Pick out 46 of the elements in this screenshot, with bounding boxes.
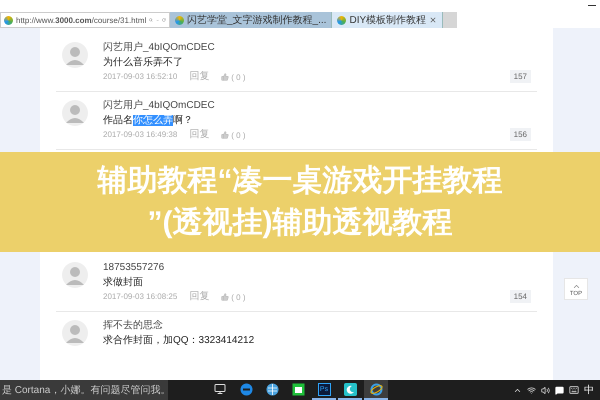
thumbs-up-icon[interactable] (221, 131, 230, 139)
moon-icon (344, 382, 356, 396)
thumbs-up-icon[interactable] (221, 293, 230, 301)
avatar-icon (62, 100, 88, 126)
browser-tab[interactable]: DIY模板制作教程 (332, 12, 444, 28)
comment-text: 求合作封面，加QQ：3323414212 (103, 334, 254, 347)
avatar-icon (62, 320, 88, 346)
task-view-icon (214, 383, 226, 395)
globe-icon (266, 382, 278, 396)
volume-icon[interactable] (541, 386, 550, 394)
search-field[interactable]: 是 Cortana，小娜。有问题尽管问我。 (0, 380, 168, 400)
comment-text: 作品名你怎么弄啊？ (103, 114, 193, 127)
comment-text: 求做封面 (103, 276, 143, 289)
search-icon[interactable] (149, 16, 154, 24)
comment-time: 2017-09-03 16:08:25 (103, 291, 178, 303)
close-icon[interactable] (429, 16, 438, 24)
site-icon (4, 16, 13, 24)
comment-text: 为什么音乐弄不了 (103, 56, 183, 69)
banner-text: ”(透视挂)辅助透视教程 (148, 205, 452, 241)
thumbs-up-icon[interactable] (221, 73, 230, 81)
comment-time: 2017-09-03 16:49:38 (103, 129, 178, 141)
floor-number: 156 (510, 128, 531, 141)
avatar-icon (62, 262, 88, 288)
browser-tab[interactable]: 闪艺学堂_文字游戏制作教程_... (170, 12, 332, 28)
keyboard-icon[interactable] (569, 385, 579, 395)
refresh-icon[interactable] (162, 16, 166, 24)
address-bar[interactable]: http://www.3000.com/course/31.html (0, 12, 170, 28)
avatar-icon (62, 42, 88, 68)
user-name: 闪艺用户_4bIQOmCDEC (103, 100, 215, 112)
minimize-icon[interactable] (588, 5, 596, 7)
wifi-icon[interactable] (527, 386, 536, 394)
site-icon (175, 16, 184, 24)
input-method[interactable]: 中 (584, 383, 594, 397)
user-name: 18753557276 (103, 262, 164, 274)
floor-number: 157 (510, 70, 531, 83)
like-count: ( 0 ) (231, 292, 246, 302)
banner-text: 辅助教程“凑一桌游戏开挂教程 (98, 163, 502, 199)
user-name: 挥不去的思念 (103, 320, 163, 332)
comment-time: 2017-09-03 16:52:10 (103, 71, 178, 83)
calendar-icon (292, 382, 304, 396)
like-count: ( 0 ) (231, 130, 246, 140)
notification-icon[interactable] (555, 386, 564, 394)
like-count: ( 0 ) (231, 72, 246, 82)
site-icon (337, 16, 346, 24)
floor-number: 154 (510, 290, 531, 303)
user-name: 闪艺用户_4bIQOmCDEC (103, 42, 215, 54)
